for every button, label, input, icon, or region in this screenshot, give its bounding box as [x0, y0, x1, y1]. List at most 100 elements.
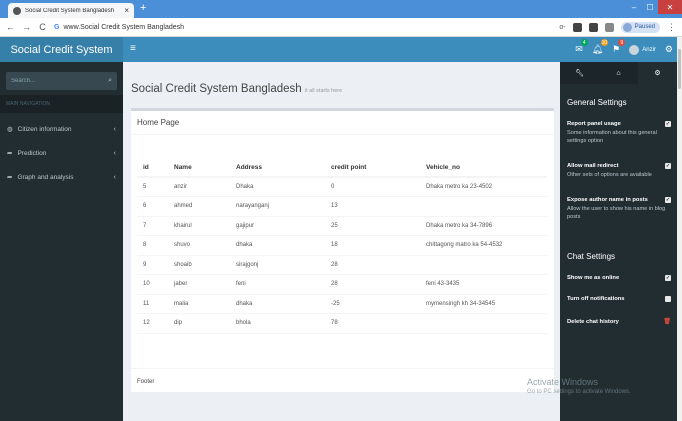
main-navigation-header: MAIN NAVIGATION: [0, 95, 123, 113]
home-page-box: Home Page id Name Address credit point V…: [131, 108, 554, 392]
table-cell: [420, 313, 547, 334]
share-icon[interactable]: [604, 22, 614, 32]
new-tab-button[interactable]: +: [140, 2, 146, 14]
sidebar-item-prediction[interactable]: ➦ Prediction ‹: [0, 142, 123, 164]
app: Social Credit System ≡ ✉ 4 🔔︎ 10 ⚑ 9 Anz…: [0, 37, 682, 421]
checkbox-checked[interactable]: ✓: [665, 121, 671, 127]
table-cell: [420, 196, 547, 217]
column-header-id: id: [137, 158, 168, 178]
table-cell: -25: [325, 294, 420, 314]
column-header-credit-point: credit point: [325, 158, 420, 178]
table-cell: gajipur: [230, 216, 325, 236]
search-input[interactable]: [11, 78, 109, 84]
table-cell: chittagong matro ka 54-4532: [420, 235, 547, 256]
table-cell: 12: [137, 313, 168, 334]
table-cell: bhola: [230, 313, 325, 334]
user-name: Anzir: [642, 46, 656, 53]
table-cell: 25: [325, 216, 420, 236]
sidebar-item-label: Prediction: [17, 149, 47, 157]
table-row: 11 malia dhaka -25 mymensingh kh 34-34545: [137, 294, 547, 314]
notifications-button[interactable]: 🔔︎ 10: [592, 39, 609, 55]
sidebar-item-graph-and-analysis[interactable]: ➦ Graph and analysis ‹: [0, 166, 123, 188]
table-row: 9 shoaib sirajgonj 28: [137, 255, 547, 275]
table-cell: 28: [325, 255, 420, 275]
setting-description: Other sets of options are available: [567, 172, 652, 178]
key-icon[interactable]: o-: [559, 24, 565, 31]
checkbox-unchecked[interactable]: [665, 296, 671, 302]
setting-label: Delete chat history: [567, 318, 619, 325]
browser-menu-button[interactable]: ⋮: [667, 22, 676, 33]
table-cell: Dhaka metro ka 34-7896: [420, 216, 547, 236]
table-cell: Dhaka metro ka 23-4502: [420, 177, 547, 197]
page-title-text: Social Credit System Bangladesh: [131, 83, 302, 95]
checkbox-checked[interactable]: ✓: [665, 197, 671, 203]
tasks-button[interactable]: ⚑ 9: [612, 39, 626, 55]
app-logo[interactable]: Social Credit System: [0, 37, 123, 62]
back-button[interactable]: ←: [5, 22, 16, 32]
tab-wrench-icon[interactable]: 🔧︎: [560, 62, 599, 84]
notifications-badge: 10: [600, 39, 609, 46]
browser-tab[interactable]: Social Credit System Bangladesh ×: [8, 3, 134, 18]
control-sidebar-tabs: 🔧︎ ⌂ ⚙: [560, 62, 677, 84]
reload-button[interactable]: C: [37, 22, 48, 32]
setting-label: Report panel usage: [567, 121, 621, 127]
watermark-line-2: Go to PC settings to activate Windows.: [527, 389, 631, 395]
scrollbar-thumb[interactable]: [678, 49, 681, 89]
address-bar: ← → C G www.Social Credit System Banglad…: [0, 18, 682, 37]
setting-description: Allow the user to show his name in blog …: [567, 206, 666, 221]
table-cell: 28: [325, 274, 420, 295]
browser-toolbar: o- Paused ⋮: [559, 21, 682, 33]
chat-settings-heading: Chat Settings: [567, 252, 616, 261]
sidebar-search: ⌕: [6, 72, 117, 90]
control-sidebar-toggle-gears-icon[interactable]: ⚙: [665, 44, 673, 55]
checkbox-checked[interactable]: ✓: [665, 163, 671, 169]
window-controls: – ☐ ✕: [626, 0, 682, 14]
maximize-button[interactable]: ☐: [642, 0, 658, 14]
checkbox-checked[interactable]: ✓: [665, 275, 671, 281]
table-cell: dip: [168, 313, 230, 334]
activate-windows-watermark: Activate Windows Go to PC settings to ac…: [527, 377, 631, 395]
window-close-button[interactable]: ✕: [658, 0, 682, 14]
table-cell: 7: [137, 216, 168, 236]
share-icon: ➦: [7, 150, 13, 157]
setting-label: Allow mail redirect: [567, 163, 619, 169]
table-cell: shuvo: [168, 235, 230, 256]
table-row: 5 anzir Dhaka 0 Dhaka metro ka 23-4502: [137, 177, 547, 197]
sidebar-item-citizen-information[interactable]: ◍ Citizen information ‹: [0, 118, 123, 140]
extension-badge-icon[interactable]: [588, 22, 598, 32]
table-row: 12 dip bhola 78: [137, 313, 547, 334]
sidebar-toggle-button[interactable]: ≡: [130, 43, 136, 54]
table-cell: 13: [325, 196, 420, 217]
column-header-address: Address: [230, 158, 325, 178]
trash-icon[interactable]: 🗑︎: [663, 318, 671, 325]
table-row: 7 khairul gajipur 25 Dhaka metro ka 34-7896: [137, 216, 547, 236]
table-cell: 10: [137, 274, 168, 295]
forward-button[interactable]: →: [21, 22, 32, 32]
tab-close-button[interactable]: ×: [124, 6, 129, 15]
url-field[interactable]: G www.Social Credit System Bangladesh: [54, 24, 524, 31]
profile-avatar-icon: [622, 22, 632, 32]
google-icon: G: [54, 23, 60, 31]
table-cell: 8: [137, 235, 168, 256]
minimize-button[interactable]: –: [626, 0, 642, 14]
extension-icon[interactable]: [572, 22, 582, 32]
table-cell: jaber: [168, 274, 230, 295]
user-menu[interactable]: Anzir: [629, 44, 656, 55]
setting-label: Expose author name in posts: [567, 197, 648, 203]
dashboard-icon: ◍: [7, 126, 13, 133]
envelope-icon: ✉: [575, 44, 583, 54]
tab-gears-icon[interactable]: ⚙: [638, 62, 677, 84]
page-subtitle: it all starts here: [304, 88, 343, 94]
browser-tab-bar: Social Credit System Bangladesh × + – ☐ …: [0, 0, 682, 18]
table-cell: anzir: [168, 177, 230, 197]
search-icon[interactable]: ⌕: [108, 77, 112, 85]
mail-button[interactable]: ✉ 4: [575, 39, 588, 55]
profile-button[interactable]: Paused: [620, 21, 660, 33]
table-cell: feni 43-3435: [420, 274, 547, 295]
sidebar-item-label: Citizen information: [17, 125, 72, 133]
page-scrollbar[interactable]: [677, 37, 682, 421]
setting-show-me-online: Show me as online ✓: [567, 275, 671, 281]
column-header-vehicle-no: Vehicle_no: [420, 158, 547, 178]
tab-home-icon[interactable]: ⌂: [599, 62, 638, 84]
setting-delete-chat-history: Delete chat history 🗑︎: [567, 318, 671, 326]
